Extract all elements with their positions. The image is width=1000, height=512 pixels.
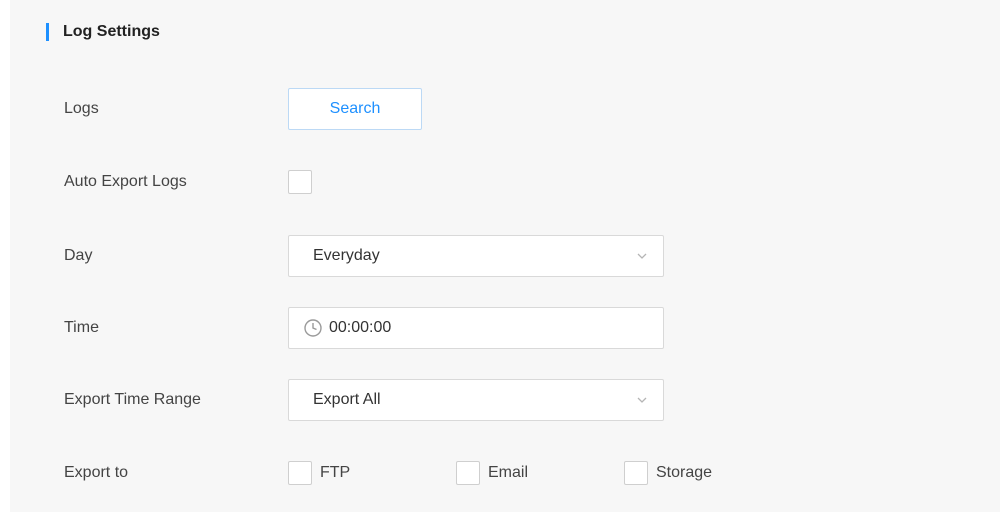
export-to-label: Export to [64,464,129,481]
section-title: Log Settings [63,23,160,40]
auto-export-label: Auto Export Logs [64,173,187,190]
export-range-row: Export Time Range Export All [64,379,664,421]
day-select[interactable]: Everyday [288,235,664,277]
export-to-row: Export to FTP Email Storage [64,461,712,485]
export-range-label: Export Time Range [64,391,201,408]
time-input[interactable]: 00:00:00 [288,307,664,349]
ftp-checkbox[interactable] [288,461,312,485]
export-option-storage[interactable]: Storage [624,461,712,485]
export-option-email[interactable]: Email [456,461,624,485]
time-label: Time [64,319,99,336]
chevron-down-icon [637,397,647,403]
log-settings-panel: Log Settings Logs Search Auto Export Log… [10,0,1000,512]
clock-icon [304,319,322,337]
ftp-label: FTP [320,464,351,481]
day-label: Day [64,247,93,264]
time-input-value: 00:00:00 [329,319,392,336]
export-range-select[interactable]: Export All [288,379,664,421]
time-row: Time 00:00:00 [64,307,664,349]
chevron-down-icon [637,253,647,259]
day-select-value: Everyday [313,247,380,264]
email-label: Email [488,464,529,481]
auto-export-row: Auto Export Logs [64,170,312,194]
search-button[interactable]: Search [288,88,422,130]
logs-row: Logs Search [64,88,422,130]
export-range-select-value: Export All [313,391,381,408]
section-accent-bar [46,23,49,41]
email-checkbox[interactable] [456,461,480,485]
storage-checkbox[interactable] [624,461,648,485]
export-option-ftp[interactable]: FTP [288,461,456,485]
day-row: Day Everyday [64,235,664,277]
logs-label: Logs [64,100,99,117]
storage-label: Storage [656,464,713,481]
section-header: Log Settings [46,20,160,44]
auto-export-checkbox[interactable] [288,170,312,194]
